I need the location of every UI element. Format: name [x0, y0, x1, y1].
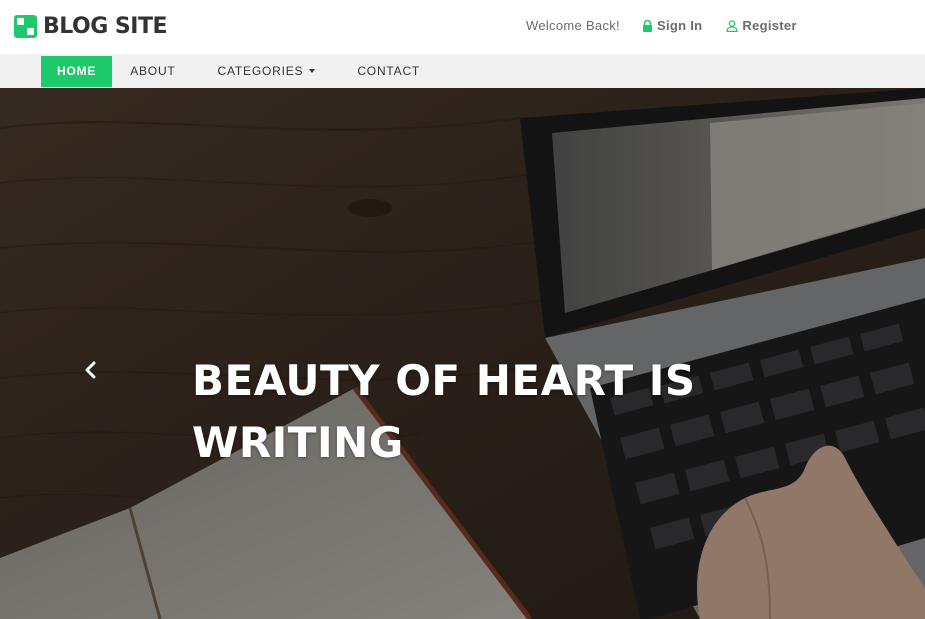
nav-item-label: CONTACT [357, 64, 421, 78]
register-link[interactable]: Register [726, 18, 797, 33]
lock-icon [642, 19, 653, 32]
site-logo[interactable]: BLOG SITE [14, 14, 168, 39]
nav-item-label: ABOUT [130, 64, 176, 78]
user-icon [726, 19, 739, 32]
nav-item-home[interactable]: HOME [41, 55, 113, 87]
nav-item-about[interactable]: ABOUT [114, 56, 191, 87]
site-header: BLOG SITE Welcome Back! Sign In Register [0, 0, 925, 54]
main-nav: HOME ABOUT CATEGORIES CONTACT [0, 54, 925, 88]
register-label: Register [742, 18, 797, 33]
chevron-left-icon[interactable] [82, 360, 100, 380]
nav-item-label: HOME [57, 64, 97, 78]
sign-in-link[interactable]: Sign In [642, 18, 702, 33]
caret-down-icon [309, 69, 316, 73]
nav-item-contact[interactable]: CONTACT [341, 56, 436, 87]
hero-title: BEAUTY OF HEART IS WRITING [192, 356, 696, 467]
welcome-text: Welcome Back! [526, 18, 620, 33]
nav-item-categories[interactable]: CATEGORIES [202, 56, 332, 87]
header-links: Welcome Back! Sign In Register [526, 18, 821, 33]
hero-carousel: BEAUTY OF HEART IS WRITING [0, 88, 925, 619]
nav-item-label: CATEGORIES [217, 64, 304, 78]
sign-in-label: Sign In [656, 18, 703, 33]
logo-text: BLOG SITE [43, 14, 168, 39]
logo-icon [14, 15, 37, 38]
